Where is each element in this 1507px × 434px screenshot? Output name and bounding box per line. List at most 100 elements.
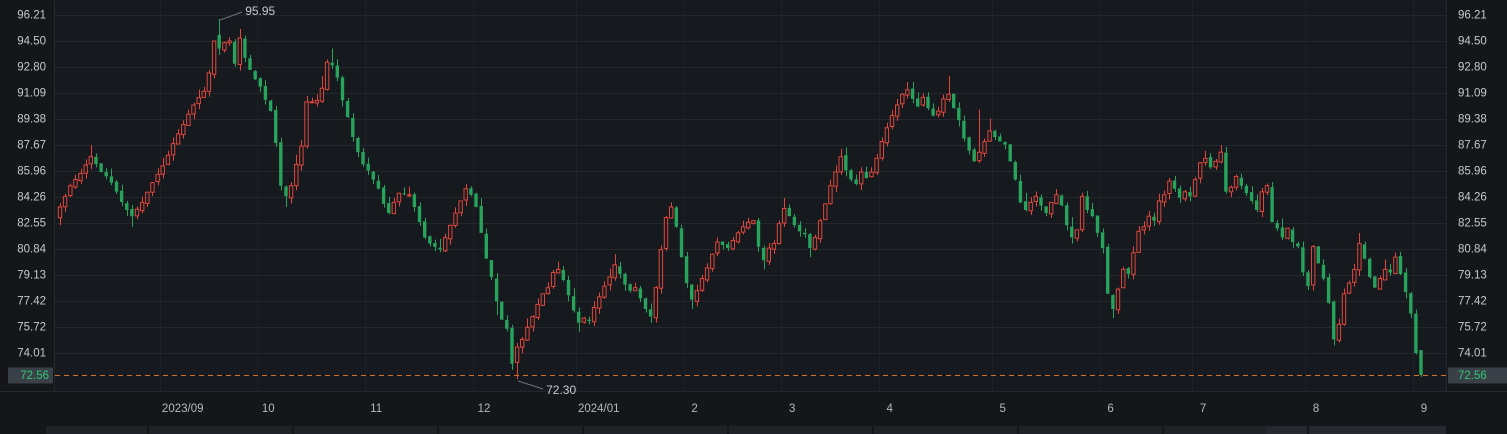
candle-body-down bbox=[623, 274, 626, 285]
candle-body-down bbox=[110, 176, 113, 182]
candle-body-down bbox=[1245, 186, 1248, 194]
candle bbox=[500, 301, 503, 320]
candle-body-down bbox=[1414, 314, 1417, 354]
candle bbox=[99, 163, 102, 172]
candle-body-down bbox=[1399, 256, 1402, 274]
candle-body-down bbox=[1224, 153, 1227, 192]
candle-body-down bbox=[675, 208, 678, 227]
candle-body-down bbox=[690, 285, 693, 300]
candle-body-down bbox=[844, 155, 847, 170]
bottom-pane-strip-divider bbox=[1017, 426, 1019, 434]
candle-body-down bbox=[469, 188, 472, 195]
candle-body-down bbox=[644, 298, 647, 309]
candle-body-down bbox=[1409, 293, 1412, 313]
candle-body-down bbox=[962, 121, 965, 139]
candle-body-down bbox=[372, 172, 375, 180]
y-axis-tick-label: 87.67 bbox=[17, 140, 46, 152]
candle-body-down bbox=[649, 309, 652, 316]
x-axis-tick-label: 6 bbox=[1107, 403, 1113, 415]
candle-body-down bbox=[480, 206, 483, 233]
candle-body-down bbox=[274, 110, 277, 143]
candle-body-down bbox=[1003, 142, 1006, 145]
y-axis-tick-label: 82.55 bbox=[1458, 218, 1487, 230]
candle-body-down bbox=[105, 172, 108, 176]
candle-body-down bbox=[402, 194, 405, 195]
y-axis-tick-label: 77.42 bbox=[1458, 296, 1487, 308]
x-axis-tick-label: 8 bbox=[1313, 403, 1319, 415]
candle-body-down bbox=[849, 170, 852, 179]
candle-body-down bbox=[387, 203, 390, 213]
candle-body-down bbox=[341, 77, 344, 100]
candle-body-down bbox=[1327, 277, 1330, 303]
y-axis-tick-label: 84.26 bbox=[1458, 191, 1487, 203]
y-axis-tick-label: 74.01 bbox=[1458, 348, 1487, 360]
y-axis-tick-label: 89.38 bbox=[1458, 114, 1487, 126]
candle-body-down bbox=[798, 225, 801, 232]
high-annotation-label: 95.95 bbox=[245, 4, 275, 18]
candle-body-down bbox=[351, 118, 354, 137]
current-price-tag-left: 72.56 bbox=[8, 368, 53, 384]
candle bbox=[510, 325, 513, 370]
candle-body-down bbox=[757, 220, 760, 246]
candle-body-down bbox=[1317, 246, 1320, 263]
candle-body-down bbox=[572, 296, 575, 310]
candle-body-down bbox=[916, 98, 919, 106]
candle-body-down bbox=[485, 234, 488, 259]
candle-body-down bbox=[1404, 273, 1407, 293]
candle bbox=[1014, 160, 1017, 180]
candle-body-down bbox=[1281, 227, 1284, 237]
candle-body-down bbox=[618, 266, 621, 274]
candle-body-down bbox=[490, 260, 493, 277]
candle-body-down bbox=[1296, 243, 1299, 246]
candle-body-down bbox=[577, 312, 580, 323]
candle-body-down bbox=[331, 63, 334, 66]
candle-body-down bbox=[1250, 192, 1253, 201]
candle-body-down bbox=[259, 78, 262, 86]
candle-body-down bbox=[762, 248, 765, 260]
y-axis-tick-label: 91.09 bbox=[1458, 87, 1487, 99]
candle-body-down bbox=[1255, 200, 1258, 210]
candle-body-down bbox=[1389, 270, 1392, 273]
y-axis-tick-label: 96.21 bbox=[1458, 10, 1487, 22]
candle-body-down bbox=[685, 256, 688, 283]
x-axis-tick-label: 7 bbox=[1200, 403, 1206, 415]
candle-body-down bbox=[1419, 350, 1422, 375]
candlestick-chart[interactable]: 96.2194.5092.8091.0989.3887.6785.9684.26… bbox=[0, 0, 1507, 434]
bottom-pane-strip[interactable] bbox=[46, 426, 1446, 434]
candle-body-down bbox=[367, 164, 370, 171]
candle-body-down bbox=[495, 279, 498, 302]
candle-body-down bbox=[1070, 227, 1073, 238]
candle bbox=[680, 225, 683, 258]
candle-body-down bbox=[1086, 196, 1089, 210]
candle-body-down bbox=[115, 182, 118, 192]
candle-body-down bbox=[1332, 301, 1335, 339]
candle bbox=[474, 193, 477, 208]
candle-body-down bbox=[120, 191, 123, 202]
candle-body-down bbox=[1173, 181, 1176, 189]
candle-body-down bbox=[356, 138, 359, 152]
bottom-pane-strip-divider bbox=[872, 426, 874, 434]
candle bbox=[233, 39, 236, 66]
candle-body-down bbox=[639, 288, 642, 298]
candlestick-chart-panel[interactable]: 96.2194.5092.8091.0989.3887.6785.9684.26… bbox=[0, 0, 1507, 434]
candle-body-down bbox=[998, 137, 1001, 142]
candle-body-down bbox=[1276, 223, 1279, 229]
x-axis-tick-label: 11 bbox=[370, 403, 382, 415]
candle-body-down bbox=[284, 187, 287, 197]
y-axis-tick-label: 84.26 bbox=[17, 191, 46, 203]
candle-body-down bbox=[218, 35, 221, 49]
y-axis-tick-label: 85.96 bbox=[1458, 166, 1487, 178]
candle-body-down bbox=[562, 270, 565, 280]
candle-body-down bbox=[438, 248, 441, 250]
y-axis-tick-label: 80.84 bbox=[1458, 244, 1487, 256]
candle-body-down bbox=[361, 152, 364, 165]
candle-body-down bbox=[418, 206, 421, 222]
candle-body-down bbox=[1152, 217, 1155, 221]
candle-body-down bbox=[1270, 187, 1273, 222]
candle bbox=[1224, 147, 1227, 193]
low-annotation-label: 72.30 bbox=[546, 383, 576, 397]
x-axis-tick-label: 4 bbox=[887, 403, 894, 415]
candle-body-down bbox=[382, 188, 385, 204]
candle-body-down bbox=[957, 108, 960, 120]
candle-body-down bbox=[973, 150, 976, 162]
